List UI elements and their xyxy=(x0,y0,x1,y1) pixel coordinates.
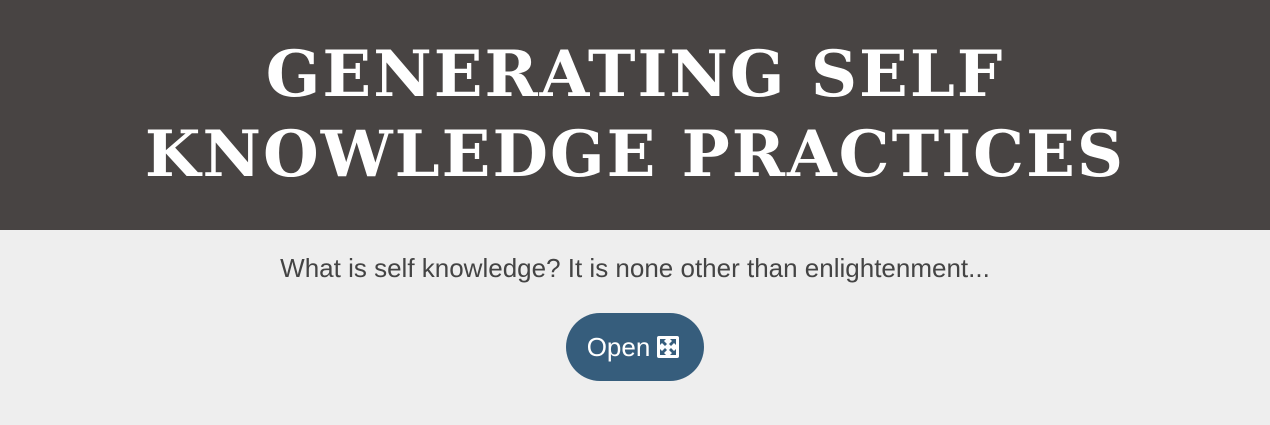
open-button-label: Open xyxy=(586,331,651,362)
expand-arrows-icon xyxy=(656,335,680,359)
page: GENERATING SELF KNOWLEDGE PRACTICES What… xyxy=(0,0,1270,425)
page-header: GENERATING SELF KNOWLEDGE PRACTICES xyxy=(0,0,1270,230)
open-button[interactable]: Open xyxy=(565,313,705,381)
page-title: GENERATING SELF KNOWLEDGE PRACTICES xyxy=(144,37,1126,192)
page-subtitle: What is self knowledge? It is none other… xyxy=(280,253,990,283)
main-content: What is self knowledge? It is none other… xyxy=(0,230,1270,381)
